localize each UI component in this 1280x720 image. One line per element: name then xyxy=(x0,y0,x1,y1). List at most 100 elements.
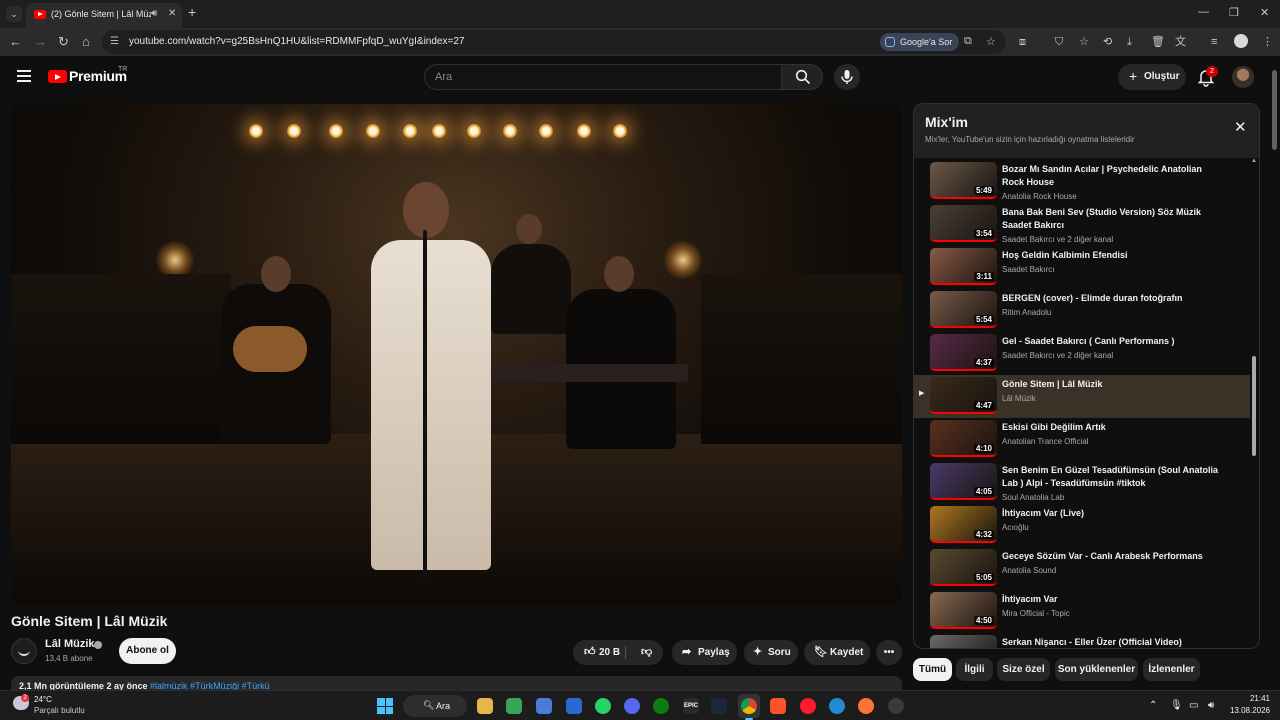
playlist-item[interactable]: 4:50 İhtiyacım Var Mira Official - Topic xyxy=(914,590,1250,633)
xbox-icon[interactable] xyxy=(653,698,669,714)
restore-icon[interactable]: ❐ xyxy=(1229,6,1239,19)
whatsapp-icon[interactable] xyxy=(595,698,611,714)
playlist-thumbnail[interactable]: 5:54 xyxy=(930,291,997,328)
playlist-item-title[interactable]: Gel - Saadet Bakırcı ( Canlı Performans … xyxy=(1002,335,1222,348)
tray-chevron-icon[interactable]: ⌃ xyxy=(1149,700,1157,711)
user-avatar[interactable] xyxy=(1232,66,1254,88)
channel-name[interactable]: Lâl Müzik xyxy=(45,638,95,650)
playlist-scrollbar-thumb[interactable] xyxy=(1252,356,1256,456)
playlist-thumbnail[interactable]: 4:10 xyxy=(930,420,997,457)
channel-avatar[interactable] xyxy=(11,638,37,664)
edge-icon[interactable] xyxy=(829,698,845,714)
scroll-up-arrow-icon[interactable]: ▲ xyxy=(1251,158,1257,164)
video-player[interactable] xyxy=(11,104,902,604)
browser-tab[interactable]: (2) Gönle Sitem | Lâl Müzik 🔊︎ ✕ xyxy=(26,3,182,28)
playlist-item[interactable]: 4:37 Gel - Saadet Bakırcı ( Canlı Perform… xyxy=(914,332,1250,375)
playlist-thumbnail[interactable]: 4:05 xyxy=(930,463,997,500)
delete-icon[interactable]: 🗑︎ xyxy=(1151,35,1165,49)
epic-games-icon[interactable]: EPIC xyxy=(683,698,699,714)
file-explorer-icon[interactable] xyxy=(477,698,493,714)
share-button[interactable]: ➦ Paylaş xyxy=(672,640,737,665)
playlist-item-title[interactable]: Sen Benim En Güzel Tesadüfümsün (Soul An… xyxy=(1002,464,1222,490)
extension-icon[interactable]: ⛉ xyxy=(1055,35,1063,49)
download-icon[interactable]: ⤓ xyxy=(1127,35,1132,49)
subscribe-button[interactable]: Abone ol xyxy=(119,638,176,664)
home-icon[interactable]: ⌂ xyxy=(82,35,90,49)
like-count[interactable]: 20 B xyxy=(599,640,620,665)
brave-icon[interactable] xyxy=(770,698,786,714)
playlist-item-title[interactable]: Bozar Mı Sandın Acılar | Psychedelic Ana… xyxy=(1002,163,1222,189)
reload-icon[interactable]: ↻ xyxy=(58,35,69,49)
translate-icon[interactable]: 文 xyxy=(1175,35,1186,49)
playlist-thumbnail[interactable]: 3:54 xyxy=(930,205,997,242)
chip-all[interactable]: Tümü xyxy=(913,658,952,681)
reading-list-icon[interactable]: ≡ xyxy=(1211,35,1217,49)
windows-start-icon[interactable] xyxy=(377,698,393,714)
bookmark-star-icon[interactable]: ☆ xyxy=(986,35,996,48)
save-button[interactable]: 🔖︎ Kaydet xyxy=(804,640,870,665)
hashtags[interactable]: #lalmüzik #TürkMüziği #Türkü xyxy=(150,681,270,690)
weather-description[interactable]: Parçalı bulutlu xyxy=(34,706,85,715)
forward-arrow-icon[interactable]: → xyxy=(34,35,47,49)
site-info-icon[interactable]: ☰ xyxy=(110,36,122,48)
extensions-icon[interactable]: ⧈ xyxy=(1019,35,1026,49)
browser-menu-icon[interactable]: ⋮ xyxy=(1262,35,1273,49)
weather-temperature[interactable]: 24°C xyxy=(34,695,52,704)
playlist-thumbnail[interactable] xyxy=(930,635,997,648)
url-text[interactable]: youtube.com/watch?v=g25BsHnQ1HU&list=RDM… xyxy=(129,36,464,47)
steam-icon[interactable] xyxy=(711,698,727,714)
bookmarks-icon[interactable]: ☆ xyxy=(1079,35,1089,49)
playlist-item[interactable]: 5:49 Bozar Mı Sandın Acılar | Psychedelic… xyxy=(914,160,1250,203)
playlist-item-title[interactable]: BERGEN (cover) - Elimde duran fotoğrafın xyxy=(1002,292,1222,305)
voice-search-button[interactable] xyxy=(834,64,860,90)
chip-recently-uploaded[interactable]: Son yüklenenler xyxy=(1055,658,1138,681)
thumbs-up-icon[interactable]: 👍︎ xyxy=(584,640,596,665)
search-button[interactable] xyxy=(781,64,823,90)
discord-icon[interactable] xyxy=(624,698,640,714)
playlist-item-title[interactable]: Serkan Nişancı - Eller Üzer (Official Vi… xyxy=(1002,636,1222,648)
playlist-item-title[interactable]: İhtiyacım Var (Live) xyxy=(1002,507,1222,520)
ask-button[interactable]: ✦ Soru xyxy=(744,640,798,665)
playlist-item-title[interactable]: Hoş Geldin Kalbimin Efendisi xyxy=(1002,249,1222,262)
youtube-logo-icon[interactable] xyxy=(48,70,67,83)
network-icon[interactable]: ▭ xyxy=(1189,700,1198,711)
playlist-item[interactable]: 3:54 Bana Bak Beni Sev (Studio Version) S… xyxy=(914,203,1250,246)
chip-related[interactable]: İlgili xyxy=(956,658,993,681)
chip-for-you[interactable]: Size özel xyxy=(997,658,1050,681)
thumbs-down-icon[interactable]: 👎︎ xyxy=(641,640,652,665)
volume-icon[interactable]: 🔊︎ xyxy=(1208,700,1214,711)
address-bar[interactable]: ☰ youtube.com/watch?v=g25BsHnQ1HU&list=R… xyxy=(102,30,1006,54)
minimize-icon[interactable]: — xyxy=(1198,6,1209,18)
playlist-title[interactable]: Mix'im xyxy=(925,114,968,130)
back-arrow-icon[interactable]: ← xyxy=(9,35,22,49)
opera-icon[interactable] xyxy=(800,698,816,714)
playlist-scrollbar[interactable]: ▲ xyxy=(1250,158,1259,648)
playlist-item-title[interactable]: İhtiyacım Var xyxy=(1002,593,1222,606)
playlist-item-title[interactable]: Eskisi Gibi Değilim Artık xyxy=(1002,421,1222,434)
search-input[interactable]: Ara xyxy=(424,64,782,90)
playlist-thumbnail[interactable]: 5:05 xyxy=(930,549,997,586)
playlist-thumbnail[interactable]: 4:32 xyxy=(930,506,997,543)
taskbar-search[interactable]: 🔍︎ Ara xyxy=(403,695,467,717)
playlist-thumbnail[interactable]: 5:49 xyxy=(930,162,997,199)
playlist-item[interactable]: ▶ 4:47 Gönle Sitem | Lâl Müzik Lâl Müzik xyxy=(914,375,1250,418)
playlist-item[interactable]: Serkan Nişancı - Eller Üzer (Official Vi… xyxy=(914,633,1250,648)
playlist-item[interactable]: 4:05 Sen Benim En Güzel Tesadüfümsün (Sou… xyxy=(914,461,1250,504)
playlist-item[interactable]: 4:10 Eskisi Gibi Değilim Artık Anatolian T… xyxy=(914,418,1250,461)
playlist-item[interactable]: 3:11 Hoş Geldin Kalbimin Efendisi Saadet B… xyxy=(914,246,1250,289)
clock-time[interactable]: 21:41 xyxy=(1238,694,1270,703)
chrome-icon[interactable] xyxy=(741,698,757,714)
playlist-item[interactable]: 5:05 Geceye Sözüm Var - Canlı Arabesk Per… xyxy=(914,547,1250,590)
close-icon[interactable]: ✕ xyxy=(1234,118,1247,136)
chip-watched[interactable]: İzlenenler xyxy=(1143,658,1200,681)
tab-close-icon[interactable]: ✕ xyxy=(168,8,176,19)
firefox-icon[interactable] xyxy=(858,698,874,714)
speaker-icon[interactable]: 🔊︎ xyxy=(151,8,157,19)
app-icon[interactable] xyxy=(888,698,904,714)
new-tab-plus-icon[interactable]: + xyxy=(188,5,196,19)
page-scrollbar[interactable] xyxy=(1270,56,1280,690)
outlook-icon[interactable] xyxy=(566,698,582,714)
window-close-icon[interactable]: ✕ xyxy=(1260,6,1269,19)
google-ask-button[interactable]: Google'a Sor xyxy=(880,33,960,51)
playlist-thumbnail[interactable]: 3:11 xyxy=(930,248,997,285)
